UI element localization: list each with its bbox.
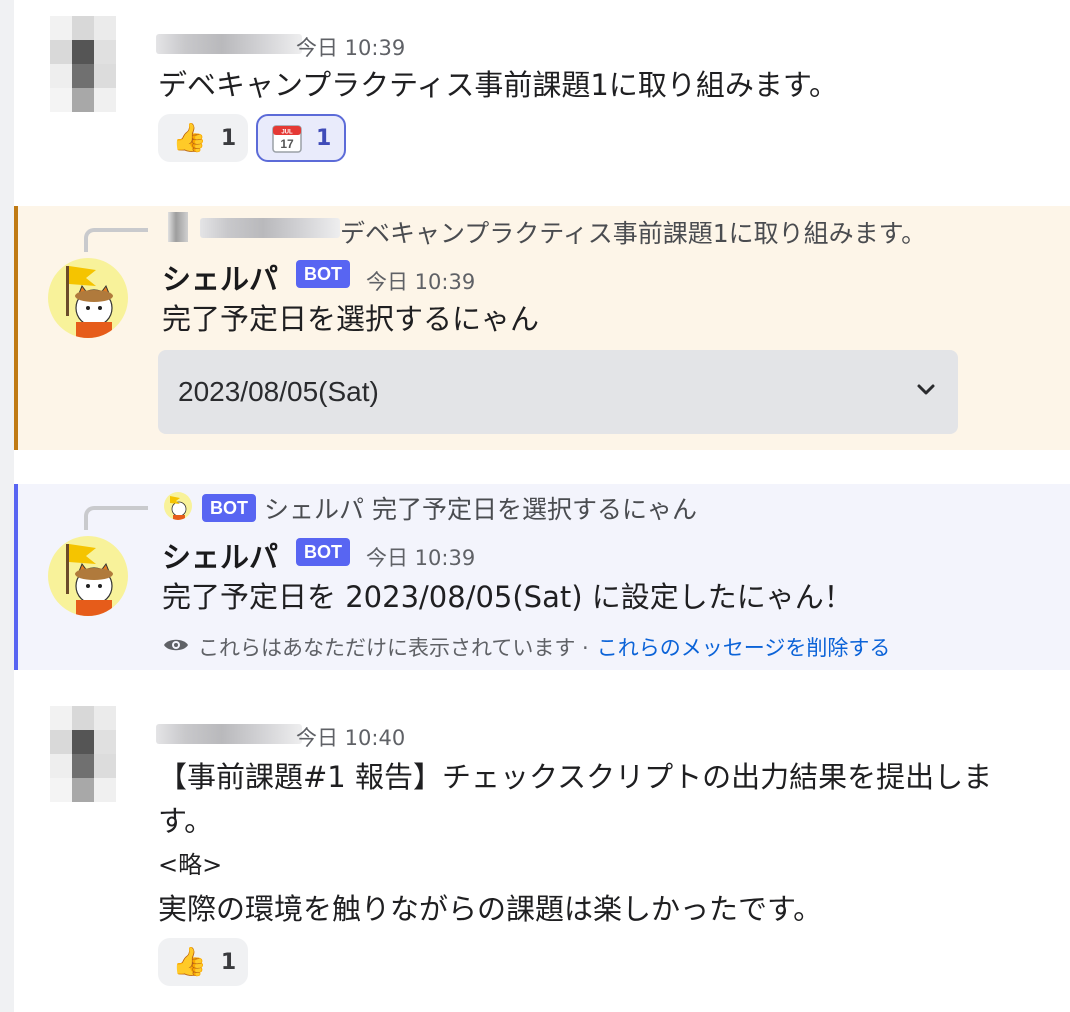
- reaction-thumbs-up[interactable]: 👍 1: [158, 114, 248, 162]
- thumbs-up-icon: 👍: [172, 945, 207, 978]
- cat-mascot-icon: [66, 544, 113, 616]
- bot-badge: BOT: [296, 260, 350, 288]
- message-1: 今日 10:39 デベキャンプラクティス事前課題1に取り組みます。 👍 1 JU…: [14, 0, 1070, 190]
- date-select-value: 2023/08/05(Sat): [178, 376, 379, 407]
- message-2-bot: デベキャンプラクティス事前課題1に取り組みます。 シェルパ BOT 今日 10:…: [14, 206, 1070, 450]
- ephemeral-notice: これらはあなただけに表示されています · これらのメッセージを削除する: [162, 632, 890, 662]
- message-4: 今日 10:40 【事前課題#1 報告】チェックスクリプトの出力結果を提出しま …: [14, 690, 1070, 1012]
- date-select[interactable]: 2023/08/05(Sat): [158, 350, 958, 434]
- message-text-line-3: <略>: [158, 851, 223, 879]
- username-blurred[interactable]: [156, 34, 302, 54]
- reply-connector: [84, 228, 148, 252]
- user-avatar[interactable]: [50, 16, 116, 112]
- chevron-down-icon: [914, 376, 938, 408]
- timestamp[interactable]: 今日 10:40: [296, 722, 405, 752]
- bot-name[interactable]: シェルパ: [162, 534, 278, 576]
- calendar-day: 17: [280, 137, 294, 151]
- reaction-count: 1: [220, 125, 237, 151]
- reaction-calendar[interactable]: JUL 17 1: [256, 114, 346, 162]
- bot-avatar[interactable]: [48, 258, 128, 338]
- message-text-line-1: 【事前課題#1 報告】チェックスクリプトの出力結果を提出しま: [158, 760, 993, 794]
- reply-bot-badge: BOT: [202, 494, 256, 522]
- thumbs-up-icon: 👍: [172, 121, 207, 154]
- reply-bot-avatar[interactable]: [164, 492, 192, 520]
- calendar-icon: JUL 17: [272, 123, 302, 153]
- reply-avatar-blurred[interactable]: [168, 212, 188, 242]
- reaction-count: 1: [316, 125, 332, 151]
- reply-preview-text[interactable]: シェルパ 完了予定日を選択するにゃん: [264, 490, 697, 526]
- reply-preview-text[interactable]: デベキャンプラクティス事前課題1に取り組みます。: [340, 214, 926, 250]
- cat-mascot-icon: [66, 266, 113, 338]
- timestamp[interactable]: 今日 10:39: [296, 32, 405, 62]
- user-avatar[interactable]: [50, 706, 116, 802]
- delete-messages-link[interactable]: これらのメッセージを削除する: [597, 632, 891, 662]
- message-text: 完了予定日を 2023/08/05(Sat) に設定したにゃん！: [162, 580, 853, 614]
- eye-icon: [162, 635, 190, 660]
- reaction-thumbs-up[interactable]: 👍 1: [158, 938, 248, 986]
- username-blurred[interactable]: [156, 724, 302, 744]
- reply-username-blurred[interactable]: [200, 218, 340, 238]
- reaction-count: 1: [220, 949, 237, 975]
- calendar-month: JUL: [281, 130, 293, 136]
- cat-mascot-icon: [170, 496, 187, 520]
- reply-connector: [84, 506, 148, 530]
- message-text-line-2: す。: [158, 804, 214, 838]
- message-3-bot: BOT シェルパ 完了予定日を選択するにゃん シェルパ BOT 今日 10:39…: [14, 484, 1070, 670]
- message-text: デベキャンプラクティス事前課題1に取り組みます。: [158, 68, 838, 102]
- bot-avatar[interactable]: [48, 536, 128, 616]
- bot-badge: BOT: [296, 538, 350, 566]
- timestamp[interactable]: 今日 10:39: [366, 542, 475, 572]
- message-text: 完了予定日を選択するにゃん: [162, 302, 540, 336]
- notice-text: これらはあなただけに表示されています ·: [198, 636, 589, 660]
- message-text-line-4: 実際の環境を触りながらの課題は楽しかったです。: [158, 892, 823, 926]
- timestamp[interactable]: 今日 10:39: [366, 266, 475, 296]
- left-rail: [0, 0, 14, 1012]
- bot-name[interactable]: シェルパ: [162, 256, 278, 298]
